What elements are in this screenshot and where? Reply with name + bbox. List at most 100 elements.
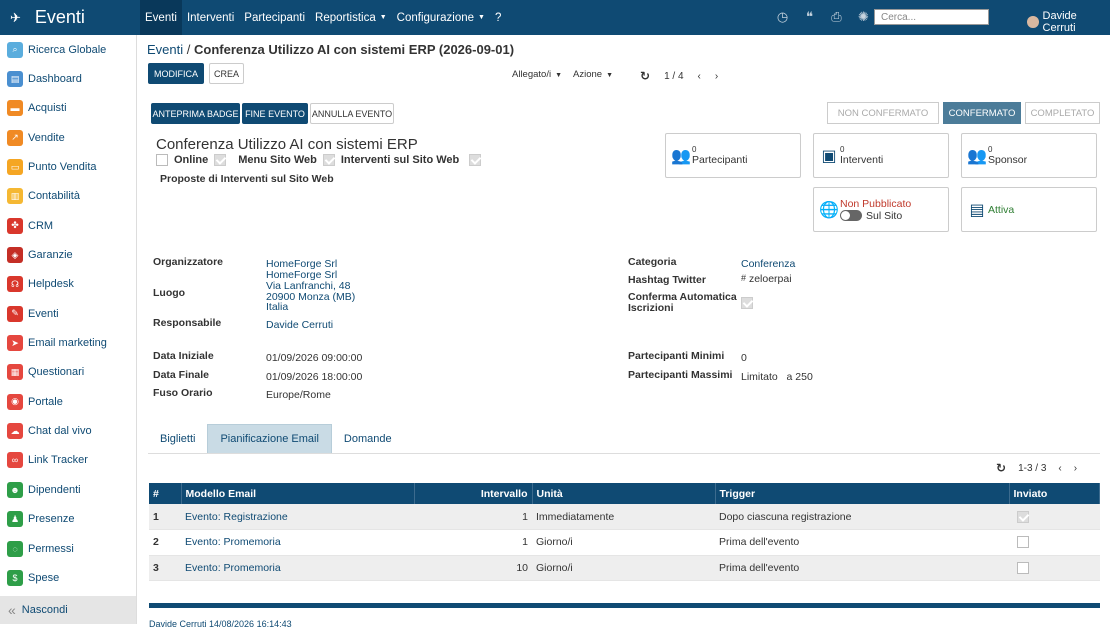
venue-value[interactable]: HomeForge Srl Via Lanfranchi, 48 20900 Mon… <box>266 270 355 313</box>
timezone-value[interactable]: Europe/Rome <box>266 389 331 401</box>
sent-checkbox[interactable] <box>1017 510 1029 523</box>
row-template[interactable]: Evento: Promemoria <box>181 555 414 581</box>
auto-confirm-checkbox[interactable] <box>741 297 753 309</box>
participants-smart-button[interactable]: 👥 0 Partecipanti <box>665 133 801 178</box>
sidebar-item-portale[interactable]: ◉ Portale <box>0 387 136 416</box>
tab-biglietti[interactable]: Biglietti <box>148 424 207 453</box>
min-participants-label: Partecipanti Minimi <box>628 350 725 362</box>
talks-website-checkbox[interactable] <box>322 154 335 166</box>
col-interval[interactable]: Intervallo <box>414 483 533 504</box>
app-brand[interactable]: ✈ Eventi <box>0 7 140 28</box>
chevron-left-icon[interactable]: ‹ <box>698 71 701 82</box>
table-row[interactable]: 1 Evento: Registrazione 1 Immediatamente Dop… <box>149 504 1100 530</box>
badge-preview-button[interactable]: ANTEPRIMA BADGE <box>151 103 240 124</box>
end-event-button[interactable]: FINE EVENTO <box>242 103 308 124</box>
attachment-dropdown[interactable]: Allegato/i ▼ <box>512 69 562 80</box>
sidebar-item-helpdesk[interactable]: ☊ Helpdesk <box>0 270 136 299</box>
rocket-icon: ✈ <box>10 9 21 25</box>
hide-sidebar-button[interactable]: « Nascondi <box>0 596 136 624</box>
menu-website-checkbox[interactable] <box>214 154 227 166</box>
chevron-right-icon[interactable]: › <box>1074 463 1077 474</box>
row-sent <box>1009 529 1100 556</box>
table-row[interactable]: 3 Evento: Promemoria 10 Giorno/i Prima dell'… <box>149 555 1100 581</box>
search-input[interactable]: Cerca... <box>874 9 989 25</box>
edit-button[interactable]: MODIFICA <box>148 63 204 84</box>
menu-interventi[interactable]: Interventi <box>182 0 239 35</box>
row-template[interactable]: Evento: Registrazione <box>181 504 414 530</box>
min-participants-value[interactable]: 0 <box>741 352 747 364</box>
category-value[interactable]: Conferenza <box>741 258 795 270</box>
sidebar-item-chat-dal-vivo[interactable]: ☁ Chat dal vivo <box>0 416 136 445</box>
sidebar-item-acquisti[interactable]: ▬ Acquisti <box>0 94 136 123</box>
col-trigger[interactable]: Trigger <box>715 483 1010 504</box>
sidebar-item-permessi[interactable]: ◌ Permessi <box>0 534 136 563</box>
sidebar-item-eventi[interactable]: ✎ Eventi <box>0 299 136 328</box>
hashtag-value[interactable]: # zeloerpai <box>741 273 792 285</box>
publish-smart-button[interactable]: 🌐 Non Pubblicato Sul Sito <box>813 187 949 232</box>
col-unit[interactable]: Unità <box>532 483 716 504</box>
sidebar-item-link-tracker[interactable]: ∞ Link Tracker <box>0 446 136 475</box>
sidebar-item-vendite[interactable]: ↗ Vendite <box>0 123 136 152</box>
action-dropdown[interactable]: Azione ▼ <box>573 69 613 80</box>
col-number[interactable]: # <box>149 483 182 504</box>
max-participants-value[interactable]: Limitato a 250 <box>741 371 813 383</box>
breadcrumb-parent[interactable]: Eventi <box>147 42 183 57</box>
refresh-icon[interactable]: ↻ <box>996 461 1006 475</box>
row-template[interactable]: Evento: Promemoria <box>181 529 414 556</box>
spinner-icon[interactable]: ✺ <box>856 9 871 24</box>
menu-partecipanti[interactable]: Partecipanti <box>239 0 310 35</box>
sidebar-item-spese[interactable]: $ Spese <box>0 563 136 592</box>
chevron-right-icon[interactable]: › <box>715 71 718 82</box>
menu-reportistica[interactable]: Reportistica ▼ <box>310 0 392 35</box>
publish-toggle[interactable] <box>840 210 862 222</box>
end-date-value[interactable]: 01/09/2026 18:00:00 <box>266 371 362 383</box>
menu-eventi[interactable]: Eventi <box>140 0 182 35</box>
app-icon: ✤ <box>7 217 23 234</box>
talks-proposals-checkbox[interactable] <box>469 154 482 166</box>
start-date-value[interactable]: 01/09/2026 09:00:00 <box>266 352 362 364</box>
clock-icon[interactable]: ◷ <box>775 9 790 24</box>
print-icon[interactable]: ⎙ <box>829 9 844 24</box>
row-sent <box>1009 504 1100 530</box>
chat-icon[interactable]: ❝ <box>802 9 817 24</box>
tab-pianificazione-email[interactable]: Pianificazione Email <box>207 424 332 453</box>
create-button[interactable]: CREA <box>209 63 244 84</box>
sidebar-item-questionari[interactable]: ▦ Questionari <box>0 358 136 387</box>
table-row[interactable]: 2 Evento: Promemoria 1 Giorno/i Prima dell'e… <box>149 529 1100 556</box>
status-non-confermato[interactable]: NON CONFERMATO <box>827 102 939 124</box>
sidebar-item-label: Vendite <box>28 131 65 144</box>
sidebar-item-contabilit-[interactable]: ▥ Contabilità <box>0 182 136 211</box>
sidebar-item-dashboard[interactable]: ▤ Dashboard <box>0 64 136 93</box>
sidebar-item-crm[interactable]: ✤ CRM <box>0 211 136 240</box>
sidebar-item-email-marketing[interactable]: ➤ Email marketing <box>0 328 136 357</box>
sent-checkbox[interactable] <box>1017 536 1029 549</box>
menu-configurazione[interactable]: Configurazione ▼ <box>392 0 490 35</box>
chevron-left-icon[interactable]: ‹ <box>1058 463 1061 474</box>
table-header-row: # Modello Email Intervallo Unità Trigger… <box>149 483 1100 504</box>
status-completato[interactable]: COMPLETATO <box>1025 102 1100 124</box>
status-confermato[interactable]: CONFERMATO <box>943 102 1021 124</box>
col-template[interactable]: Modello Email <box>181 483 415 504</box>
active-smart-button[interactable]: ▤ Attiva <box>961 187 1097 232</box>
sidebar-item-garanzie[interactable]: ◈ Garanzie <box>0 240 136 269</box>
app-icon: ♟ <box>7 511 23 528</box>
talks-smart-button[interactable]: ▣ 0 Interventi <box>813 133 949 178</box>
tab-domande[interactable]: Domande <box>332 424 404 453</box>
sidebar-item-punto-vendita[interactable]: ▭ Punto Vendita <box>0 152 136 181</box>
auto-confirm-label: Conferma Automatica Iscrizioni <box>628 291 737 314</box>
sponsor-smart-button[interactable]: 👥 0 Sponsor <box>961 133 1097 178</box>
chatter-author[interactable]: Davide Cerruti 14/08/2026 16:14:43 <box>149 619 292 629</box>
refresh-icon[interactable]: ↻ <box>640 69 650 83</box>
user-menu[interactable]: Davide Cerruti <box>1027 10 1110 34</box>
sidebar-item-dipendenti[interactable]: ☻ Dipendenti <box>0 475 136 504</box>
responsible-value[interactable]: Davide Cerruti <box>266 319 333 331</box>
flags-row: Online Menu Sito Web Interventi sul Sito… <box>156 154 482 166</box>
sent-checkbox[interactable] <box>1017 561 1029 574</box>
sidebar-item-presenze[interactable]: ♟ Presenze <box>0 505 136 534</box>
app-icon: ∞ <box>7 452 23 469</box>
menu-help[interactable]: ? <box>490 0 506 35</box>
cancel-event-button[interactable]: ANNULLA EVENTO <box>310 103 394 124</box>
online-checkbox[interactable] <box>156 154 168 166</box>
col-sent[interactable]: Inviato <box>1009 483 1100 504</box>
sidebar-item-ricerca-globale[interactable]: ⌕ Ricerca Globale <box>0 35 136 64</box>
